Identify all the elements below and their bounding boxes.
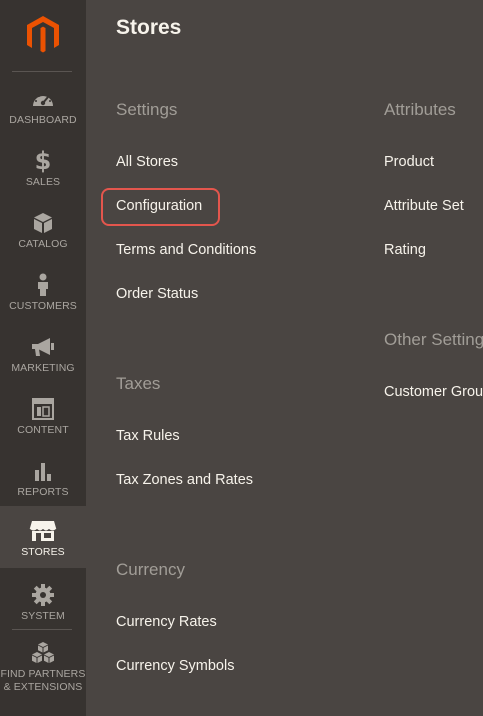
sidebar-item-content[interactable]: CONTENT [0,388,86,450]
megaphone-icon [30,334,56,360]
sidebar-item-label: MARKETING [11,362,75,374]
magento-logo[interactable] [0,0,86,70]
link-product[interactable]: Product [384,154,434,170]
dollar-icon: $ [34,147,52,175]
sidebar-item-system[interactable]: SYSTEM [0,574,86,636]
sidebar-item-label-line2: & EXTENSIONS [3,681,83,693]
section-title-settings: Settings [116,100,178,119]
link-configuration[interactable]: Configuration [116,198,202,214]
sidebar-item-label: FIND PARTNERS & EXTENSIONS [1,668,86,694]
link-rating[interactable]: Rating [384,242,426,258]
gear-icon [31,582,55,608]
dashboard-icon [31,86,55,112]
nav-divider [12,629,72,630]
section-title-other-settings: Other Settings [384,330,483,349]
sidebar-item-label: CONTENT [17,424,69,436]
link-terms-and-conditions[interactable]: Terms and Conditions [116,242,256,258]
link-tax-zones-and-rates[interactable]: Tax Zones and Rates [116,472,253,488]
box-icon [32,210,54,236]
page-title: Stores [116,16,182,39]
sidebar-item-stores[interactable]: STORES [0,506,86,568]
sidebar-item-customers[interactable]: CUSTOMERS [0,264,86,326]
admin-sidebar: DASHBOARD $ SALES CATALOG CUSTOMERS MARK… [0,0,86,716]
bar-chart-icon [32,458,54,484]
sidebar-item-label: CUSTOMERS [9,300,77,312]
link-attribute-set[interactable]: Attribute Set [384,198,464,214]
sidebar-item-marketing[interactable]: MARKETING [0,326,86,388]
sidebar-item-label: DASHBOARD [9,114,77,126]
link-currency-rates[interactable]: Currency Rates [116,614,217,630]
person-icon [35,272,51,298]
link-customer-groups[interactable]: Customer Groups [384,384,483,400]
link-currency-symbols[interactable]: Currency Symbols [116,658,234,674]
logo-divider [12,71,72,72]
sidebar-item-label: CATALOG [18,238,68,250]
sidebar-item-reports[interactable]: REPORTS [0,450,86,512]
sidebar-item-label: SYSTEM [21,610,65,622]
cubes-icon [30,640,56,666]
link-all-stores[interactable]: All Stores [116,154,178,170]
section-title-currency: Currency [116,560,185,579]
layout-icon [32,396,54,422]
sidebar-item-label: SALES [25,176,61,188]
magento-logo-icon [27,16,59,53]
link-tax-rules[interactable]: Tax Rules [116,428,180,444]
storefront-icon [29,518,57,544]
sidebar-item-find-partners[interactable]: FIND PARTNERS & EXTENSIONS [0,634,86,694]
sidebar-item-label-line1: FIND PARTNERS [0,668,86,680]
sidebar-item-sales[interactable]: $ SALES [0,140,86,202]
sidebar-item-label: STORES [21,546,65,558]
section-title-taxes: Taxes [116,374,161,393]
sidebar-item-dashboard[interactable]: DASHBOARD [0,78,86,140]
section-title-attributes: Attributes [384,100,456,119]
sidebar-item-label: REPORTS [17,486,69,498]
sidebar-item-catalog[interactable]: CATALOG [0,202,86,264]
link-order-status[interactable]: Order Status [116,286,198,302]
